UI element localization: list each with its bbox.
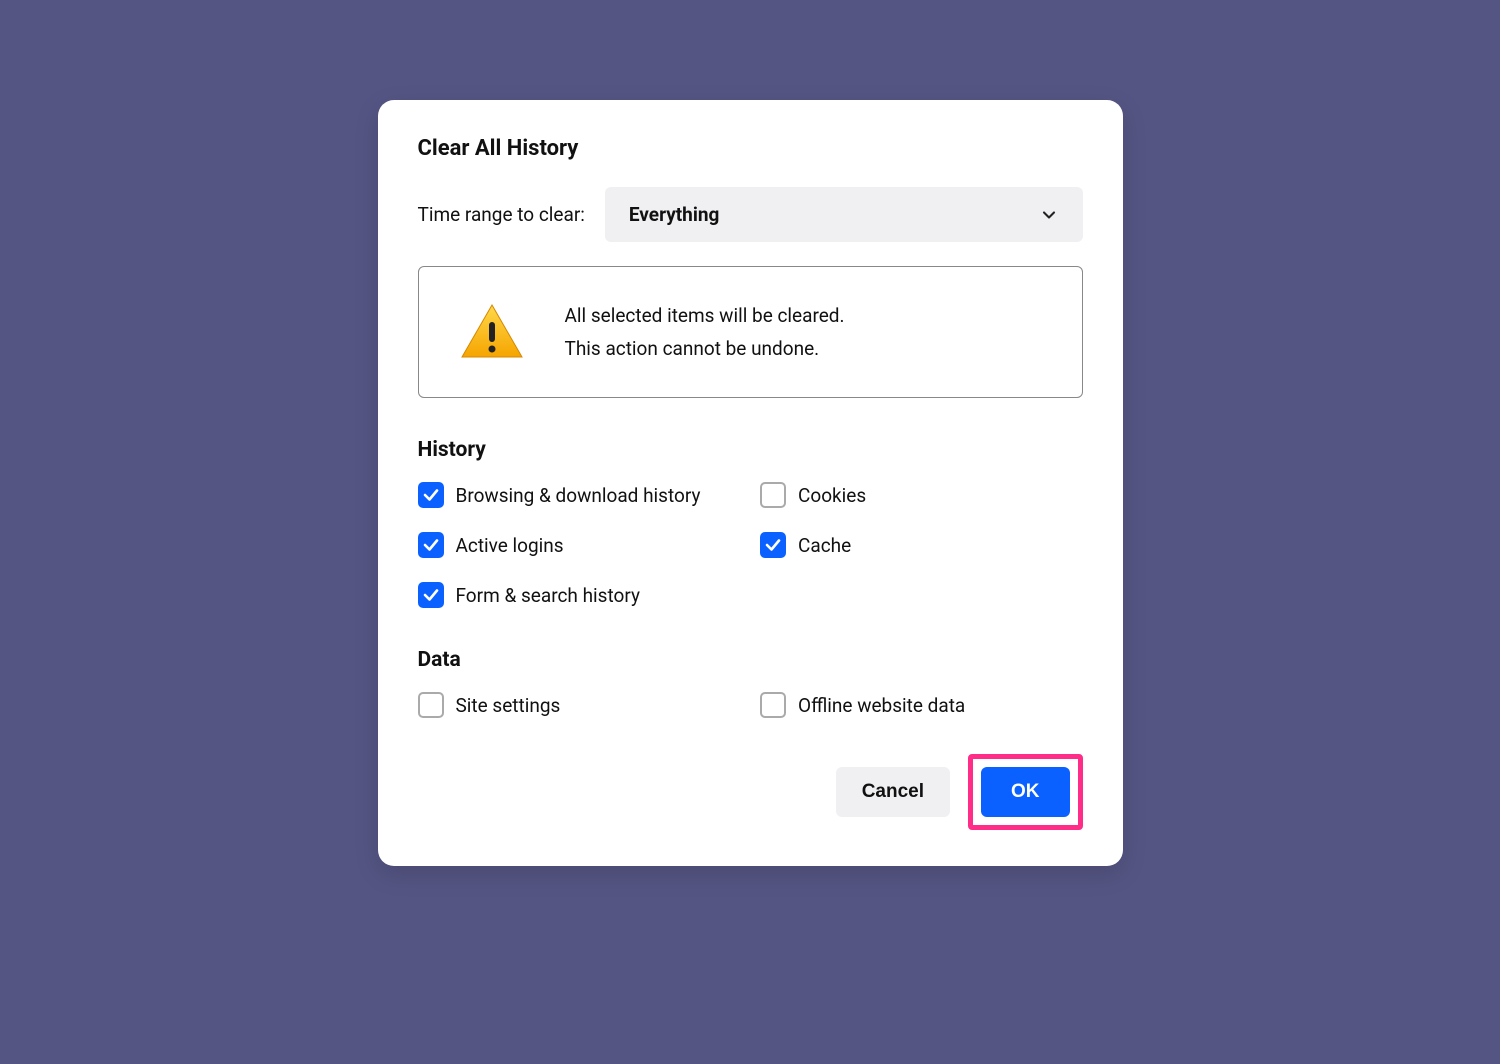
chevron-down-icon	[1039, 205, 1059, 225]
checkbox-label-cache: Cache	[798, 534, 851, 557]
data-section-header: Data	[418, 648, 1083, 672]
checkbox-row-cookies: Cookies	[760, 482, 1083, 508]
time-range-value: Everything	[629, 203, 720, 226]
data-checkbox-grid: Site settings Offline website data	[418, 692, 1083, 718]
ok-button-highlight: OK	[968, 754, 1083, 830]
checkbox-row-cache: Cache	[760, 532, 1083, 558]
checkbox-row-form-search: Form & search history	[418, 582, 741, 608]
checkbox-row-offline-data: Offline website data	[760, 692, 1083, 718]
checkbox-offline-data[interactable]	[760, 692, 786, 718]
checkbox-label-active-logins: Active logins	[456, 534, 564, 557]
checkbox-row-site-settings: Site settings	[418, 692, 741, 718]
checkbox-row-active-logins: Active logins	[418, 532, 741, 558]
checkbox-label-offline-data: Offline website data	[798, 694, 965, 717]
dialog-title: Clear All History	[418, 136, 1083, 161]
checkbox-row-browsing: Browsing & download history	[418, 482, 741, 508]
warning-icon	[457, 297, 527, 367]
checkbox-active-logins[interactable]	[418, 532, 444, 558]
checkbox-cookies[interactable]	[760, 482, 786, 508]
ok-button[interactable]: OK	[981, 767, 1070, 817]
warning-line-1: All selected items will be cleared.	[565, 299, 845, 332]
warning-box: All selected items will be cleared. This…	[418, 266, 1083, 398]
cancel-button[interactable]: Cancel	[836, 767, 950, 817]
checkbox-label-cookies: Cookies	[798, 484, 866, 507]
checkbox-form-search[interactable]	[418, 582, 444, 608]
checkbox-site-settings[interactable]	[418, 692, 444, 718]
checkbox-browsing[interactable]	[418, 482, 444, 508]
checkbox-label-site-settings: Site settings	[456, 694, 561, 717]
warning-line-2: This action cannot be undone.	[565, 332, 845, 365]
checkbox-cache[interactable]	[760, 532, 786, 558]
time-range-row: Time range to clear: Everything	[418, 187, 1083, 242]
warning-text: All selected items will be cleared. This…	[565, 299, 845, 366]
checkbox-label-form-search: Form & search history	[456, 584, 640, 607]
history-checkbox-grid: Browsing & download history Cookies Acti…	[418, 482, 1083, 608]
clear-history-dialog: Clear All History Time range to clear: E…	[378, 100, 1123, 866]
time-range-select[interactable]: Everything	[605, 187, 1083, 242]
dialog-buttons: Cancel OK	[418, 754, 1083, 830]
history-section-header: History	[418, 438, 1083, 462]
time-range-label: Time range to clear:	[418, 203, 585, 226]
checkbox-label-browsing: Browsing & download history	[456, 484, 701, 507]
